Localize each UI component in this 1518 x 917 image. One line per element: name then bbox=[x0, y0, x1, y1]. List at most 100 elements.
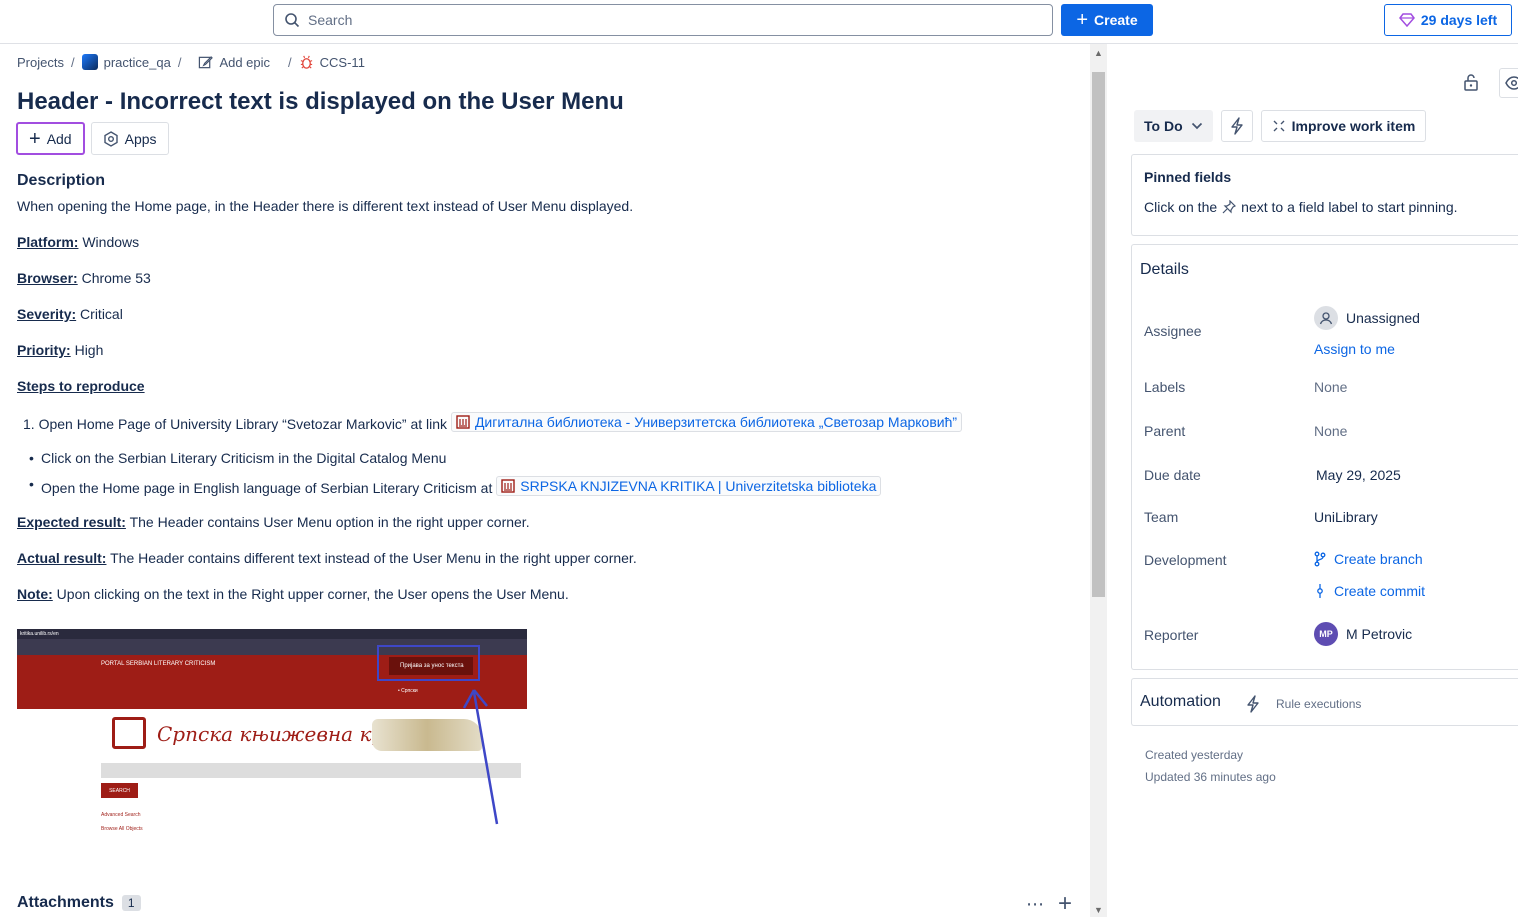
library-smart-link[interactable]: Дигитална библиотека - Универзитетска би… bbox=[450, 412, 963, 432]
apps-icon bbox=[103, 130, 118, 147]
due-date-value[interactable]: May 29, 2025 bbox=[1316, 467, 1401, 483]
eye-icon bbox=[1505, 76, 1518, 90]
create-branch-label: Create branch bbox=[1334, 551, 1423, 567]
automation-action-button[interactable] bbox=[1220, 110, 1253, 142]
note-value: Upon clicking on the text in the Right u… bbox=[52, 586, 569, 602]
search-box[interactable] bbox=[273, 4, 1053, 36]
breadcrumb-issue-key[interactable]: CCS-11 bbox=[299, 55, 365, 70]
issue-title[interactable]: Header - Incorrect text is displayed on … bbox=[17, 88, 624, 116]
pinned-fields-card: Pinned fields Click on the next to a fie… bbox=[1131, 154, 1518, 236]
breadcrumb-issue-key-label: CCS-11 bbox=[319, 54, 365, 70]
assign-to-me-link[interactable]: Assign to me bbox=[1314, 341, 1395, 357]
description-section[interactable]: Description When opening the Home page, … bbox=[17, 172, 1077, 602]
scroll-down-arrow-icon[interactable]: ▼ bbox=[1094, 905, 1103, 915]
scrollbar-thumb[interactable] bbox=[1092, 72, 1105, 597]
expected-label: Expected result: bbox=[17, 514, 126, 530]
trial-days-label: 29 days left bbox=[1420, 12, 1498, 28]
scroll-up-arrow-icon[interactable]: ▲ bbox=[1094, 48, 1103, 58]
development-label: Development bbox=[1144, 552, 1227, 568]
watch-button[interactable] bbox=[1499, 68, 1518, 98]
platform-value: Windows bbox=[78, 234, 140, 250]
automation-card[interactable]: Automation Rule executions bbox=[1131, 678, 1518, 726]
priority-label: Priority: bbox=[17, 342, 71, 358]
status-label: To Do bbox=[1144, 118, 1183, 134]
breadcrumb-project-label: practice_qa bbox=[103, 54, 171, 70]
search-icon bbox=[285, 13, 300, 28]
status-dropdown[interactable]: To Do bbox=[1134, 110, 1213, 142]
pinned-fields-hint: Click on the next to a field label to st… bbox=[1144, 199, 1518, 215]
step-1-text: Open Home Page of University Library “Sv… bbox=[38, 416, 451, 432]
description-intro: When opening the Home page, in the Heade… bbox=[17, 198, 634, 214]
embedded-screenshot[interactable]: kritika.unilib.rs/en PORTAL SERBIAN LITE… bbox=[17, 629, 527, 844]
note-label: Note: bbox=[17, 586, 53, 602]
arrow-annotation-icon bbox=[462, 689, 499, 825]
status-row: To Do Improve work item bbox=[1134, 110, 1427, 142]
create-button[interactable]: + Create bbox=[1061, 4, 1153, 36]
search-input[interactable] bbox=[308, 12, 1008, 28]
more-options-icon[interactable]: ⋯ bbox=[1026, 894, 1044, 915]
apps-button[interactable]: Apps bbox=[90, 122, 169, 155]
team-label: Team bbox=[1144, 509, 1179, 525]
diamond-icon bbox=[1398, 13, 1415, 27]
team-value[interactable]: UniLibrary bbox=[1314, 509, 1378, 525]
reporter-value: M Petrovic bbox=[1346, 626, 1413, 642]
chevron-down-icon bbox=[1191, 122, 1202, 130]
attachments-header: Attachments 1 bbox=[17, 894, 141, 912]
project-avatar-icon bbox=[81, 54, 98, 70]
labels-value[interactable]: None bbox=[1314, 379, 1347, 395]
create-commit-link[interactable]: Create commit bbox=[1314, 583, 1425, 599]
pin-icon bbox=[1222, 200, 1237, 214]
reporter-avatar: MP bbox=[1314, 622, 1338, 646]
reporter-label: Reporter bbox=[1144, 627, 1199, 643]
issue-action-buttons: + Add Apps bbox=[16, 122, 169, 155]
improve-work-item-button[interactable]: Improve work item bbox=[1260, 110, 1427, 142]
apps-button-label: Apps bbox=[124, 130, 157, 147]
create-button-label: Create bbox=[1094, 12, 1138, 28]
create-branch-link[interactable]: Create branch bbox=[1314, 551, 1423, 567]
breadcrumb-project[interactable]: practice_qa bbox=[81, 54, 171, 70]
description-heading: Description bbox=[17, 172, 106, 189]
side-top-icons bbox=[1457, 68, 1518, 98]
automation-title: Automation bbox=[1140, 693, 1221, 710]
breadcrumb-add-epic[interactable]: Add epic bbox=[198, 55, 270, 70]
breadcrumb-separator: / bbox=[70, 54, 75, 70]
add-attachment-icon[interactable]: + bbox=[1058, 892, 1072, 916]
priority-value: High bbox=[70, 342, 104, 358]
improve-work-item-label: Improve work item bbox=[1291, 118, 1416, 134]
bug-icon bbox=[300, 55, 312, 69]
top-navigation-bar: + Create 29 days left bbox=[0, 0, 1518, 44]
assignee-value: Unassigned bbox=[1346, 310, 1420, 326]
issue-side-panel: To Do Improve work item Pinned fields Cl… bbox=[1107, 44, 1518, 917]
main-scrollbar[interactable]: ▲ ▼ bbox=[1090, 44, 1107, 917]
steps-label: Steps to reproduce bbox=[17, 378, 145, 394]
assignee-field[interactable]: Unassigned bbox=[1314, 306, 1420, 330]
pinned-fields-title: Pinned fields bbox=[1144, 169, 1232, 185]
attachments-actions: ⋯ + bbox=[1026, 892, 1072, 916]
browser-row: Browser: Chrome 53 bbox=[17, 270, 151, 286]
details-title[interactable]: Details bbox=[1140, 261, 1189, 279]
add-button-label: Add bbox=[46, 130, 72, 147]
library-favicon-icon bbox=[456, 415, 470, 429]
add-button[interactable]: + Add bbox=[16, 122, 85, 155]
kritika-smart-link[interactable]: SRPSKA KNJIZEVNA KRITIKA | Univerzitetsk… bbox=[496, 476, 882, 496]
lock-button[interactable] bbox=[1457, 68, 1485, 96]
breadcrumb-projects[interactable]: Projects bbox=[17, 55, 64, 70]
reporter-field[interactable]: MP M Petrovic bbox=[1314, 622, 1412, 646]
priority-row: Priority: High bbox=[17, 342, 103, 358]
platform-row: Platform: Windows bbox=[17, 234, 139, 250]
step-2: Click on the Serbian Literary Criticism … bbox=[29, 450, 446, 466]
rule-executions-link[interactable]: Rule executions bbox=[1276, 697, 1361, 711]
unassigned-avatar-icon bbox=[1314, 306, 1338, 330]
parent-value[interactable]: None bbox=[1314, 423, 1347, 439]
attachments-title: Attachments bbox=[17, 894, 114, 911]
lightning-icon bbox=[1247, 695, 1259, 713]
lightning-icon bbox=[1230, 117, 1243, 135]
breadcrumb: Projects / practice_qa / Add epic / CCS-… bbox=[17, 54, 365, 70]
issue-main-panel: Projects / practice_qa / Add epic / CCS-… bbox=[0, 44, 1090, 917]
trial-days-button[interactable]: 29 days left bbox=[1384, 4, 1512, 36]
library-smart-link-label: Дигитална библиотека - Универзитетска би… bbox=[474, 414, 958, 430]
attachments-count-badge: 1 bbox=[121, 895, 141, 911]
unlock-icon bbox=[1464, 74, 1478, 91]
edit-icon bbox=[199, 55, 214, 68]
breadcrumb-separator: / bbox=[177, 54, 182, 70]
